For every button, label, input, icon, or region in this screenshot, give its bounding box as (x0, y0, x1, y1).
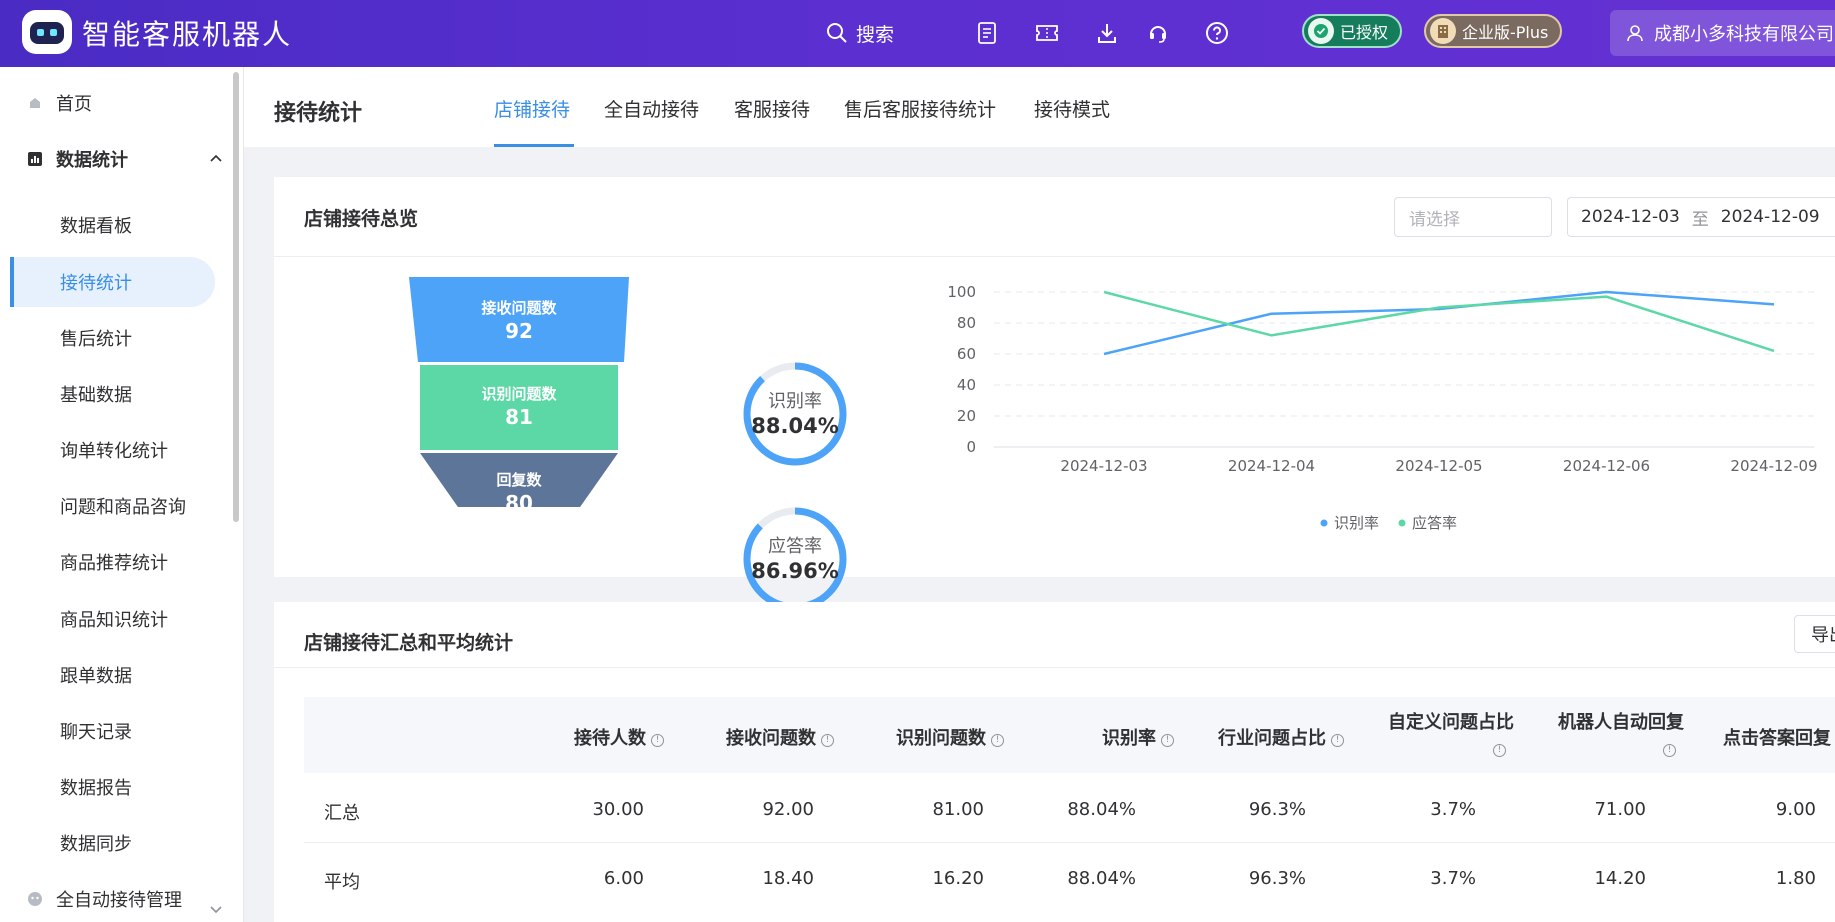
company-name: 成都小多科技有限公司 (1654, 24, 1834, 45)
x-tick-label: 2024-12-06 (1563, 457, 1650, 475)
sidebar-section-auto[interactable]: 全自动接待管理 (26, 884, 182, 914)
sidebar-section-stats[interactable]: 数据统计 (26, 144, 128, 174)
sidebar-item-question-product[interactable]: 问题和商品咨询 (60, 491, 186, 521)
legend-label: 应答率 (1412, 514, 1457, 532)
x-tick-label: 2024-12-05 (1395, 457, 1482, 475)
table-row-label-total: 汇总 (324, 803, 360, 824)
tab-aftersale-reception[interactable]: 售后客服接待统计 (844, 95, 996, 122)
summary-card: 店铺接待汇总和平均统计 导出 接待人数! 接收问题数! 识别问题数! 识别率! … (274, 602, 1835, 922)
sidebar: 首页 数据统计 数据看板 接待统计 售后统计 基础数据 询单转化统计 问题和商品… (0, 67, 244, 922)
table-cell: 1.80 (1775, 868, 1816, 889)
tab-agent-reception[interactable]: 客服接待 (734, 95, 810, 122)
store-select-placeholder: 请选择 (1409, 209, 1460, 230)
headset-icon[interactable] (1143, 18, 1173, 48)
overview-title: 店铺接待总览 (304, 208, 419, 230)
export-button[interactable]: 导出 (1794, 615, 1835, 653)
home-icon (26, 94, 44, 112)
series-line (1103, 290, 1775, 353)
overview-divider (274, 256, 1835, 257)
legend-marker (1320, 519, 1328, 527)
legend-label: 识别率 (1334, 514, 1379, 532)
funnel-label-recognized: 识别问题数 (481, 385, 557, 403)
chevron-down-icon[interactable] (209, 905, 223, 915)
summary-divider (274, 667, 1835, 668)
sidebar-item-product-knowledge[interactable]: 商品知识统计 (60, 604, 168, 634)
gauge-value-recognition: 88.04% (751, 414, 839, 438)
gauge-value-response: 86.96% (751, 559, 839, 583)
search-label: 搜索 (856, 23, 895, 46)
sidebar-item-product-recommend[interactable]: 商品推荐统计 (60, 547, 168, 577)
active-tab-indicator (494, 144, 574, 147)
tab-reception-mode[interactable]: 接待模式 (1034, 95, 1110, 122)
funnel-value-received: 92 (505, 319, 533, 343)
search-icon (827, 23, 847, 43)
page-title: 接待统计 (274, 101, 363, 126)
robot-face-icon (26, 890, 44, 908)
y-tick-label: 100 (947, 283, 976, 301)
company-account-button[interactable]: 成都小多科技有限公司 (1610, 10, 1835, 56)
search-button[interactable]: 搜索 (826, 18, 894, 48)
gauge-label-response: 应答率 (768, 536, 822, 557)
x-tick-label: 2024-12-03 (1060, 457, 1147, 475)
user-icon (1627, 25, 1643, 42)
sidebar-item-data-sync[interactable]: 数据同步 (60, 828, 132, 858)
y-tick-label: 20 (957, 407, 976, 425)
funnel-value-recognized: 81 (505, 405, 533, 429)
tab-store-reception[interactable]: 店铺接待 (494, 95, 570, 122)
authorized-badge: 已授权 (1302, 14, 1403, 48)
store-select[interactable]: 请选择 (1394, 197, 1552, 237)
y-tick-label: 80 (957, 314, 976, 332)
ticket-icon[interactable] (1032, 18, 1062, 48)
sidebar-item-inquiry-conversion[interactable]: 询单转化统计 (60, 435, 168, 465)
sidebar-item-aftersale-stats[interactable]: 售后统计 (60, 323, 132, 353)
edition-badge: 企业版-Plus (1424, 14, 1563, 48)
check-icon (1308, 18, 1334, 44)
legend-marker (1398, 519, 1406, 527)
overview-card: 店铺接待总览 请选择 2024-12-03 至 2024-12-09 接收问题数… (274, 177, 1835, 611)
summary-title: 店铺接待汇总和平均统计 (304, 632, 514, 654)
table-row-label-average: 平均 (324, 872, 360, 893)
chart-icon (26, 150, 44, 168)
sidebar-scrollbar[interactable] (233, 72, 239, 522)
table-cell: 9.00 (1775, 799, 1816, 820)
main-content: 接待统计 店铺接待 全自动接待 客服接待 售后客服接待统计 接待模式 店铺接待总… (244, 67, 1835, 922)
x-tick-label: 2024-12-04 (1228, 457, 1315, 475)
chevron-up-icon[interactable] (209, 153, 223, 163)
sidebar-item-chat-history[interactable]: 聊天记录 (60, 716, 132, 746)
line-chart: 0 20 40 60 80 100 2024-12-03 2024-12-04 2024-12-… (947, 283, 1817, 532)
date-range-picker[interactable]: 2024-12-03 至 2024-12-09 (1567, 197, 1835, 237)
download-icon[interactable] (1092, 18, 1122, 48)
y-tick-label: 60 (957, 345, 976, 363)
gauge-label-recognition: 识别率 (768, 391, 822, 412)
funnel-label-received: 接收问题数 (481, 299, 557, 317)
sidebar-item-home[interactable]: 首页 (26, 88, 92, 118)
y-tick-label: 0 (966, 438, 976, 456)
date-start[interactable]: 2024-12-03 (1581, 207, 1680, 227)
table-row-divider (304, 842, 1835, 843)
help-icon[interactable] (1202, 18, 1232, 48)
checklist-icon[interactable] (972, 18, 1002, 48)
sidebar-item-reception-stats[interactable]: 接待统计 (60, 267, 132, 297)
app-title: 智能客服机器人 (82, 18, 293, 51)
top-bar: 智能客服机器人 搜索 已授权 企业版-Plus 成都小多科技有限公司 (0, 0, 1835, 67)
tabs-bar: 接待统计 店铺接待 全自动接待 客服接待 售后客服接待统计 接待模式 (244, 67, 1835, 147)
sidebar-item-dashboard[interactable]: 数据看板 (60, 210, 132, 240)
date-separator: 至 (1691, 209, 1709, 230)
tab-auto-reception[interactable]: 全自动接待 (604, 95, 699, 122)
funnel-value-replied: 80 (505, 491, 533, 515)
y-tick-label: 40 (957, 376, 976, 394)
x-tick-label: 2024-12-09 (1730, 457, 1817, 475)
sidebar-item-data-report[interactable]: 数据报告 (60, 772, 132, 802)
col-header-click-reply: 点击答案回复! (1723, 728, 1831, 749)
robot-logo-icon (22, 10, 72, 54)
sidebar-item-follow-order[interactable]: 跟单数据 (60, 660, 132, 690)
sidebar-item-basic-data[interactable]: 基础数据 (60, 379, 132, 409)
building-icon (1430, 18, 1456, 44)
date-end[interactable]: 2024-12-09 (1721, 207, 1820, 227)
funnel-label-replied: 回复数 (496, 471, 542, 489)
